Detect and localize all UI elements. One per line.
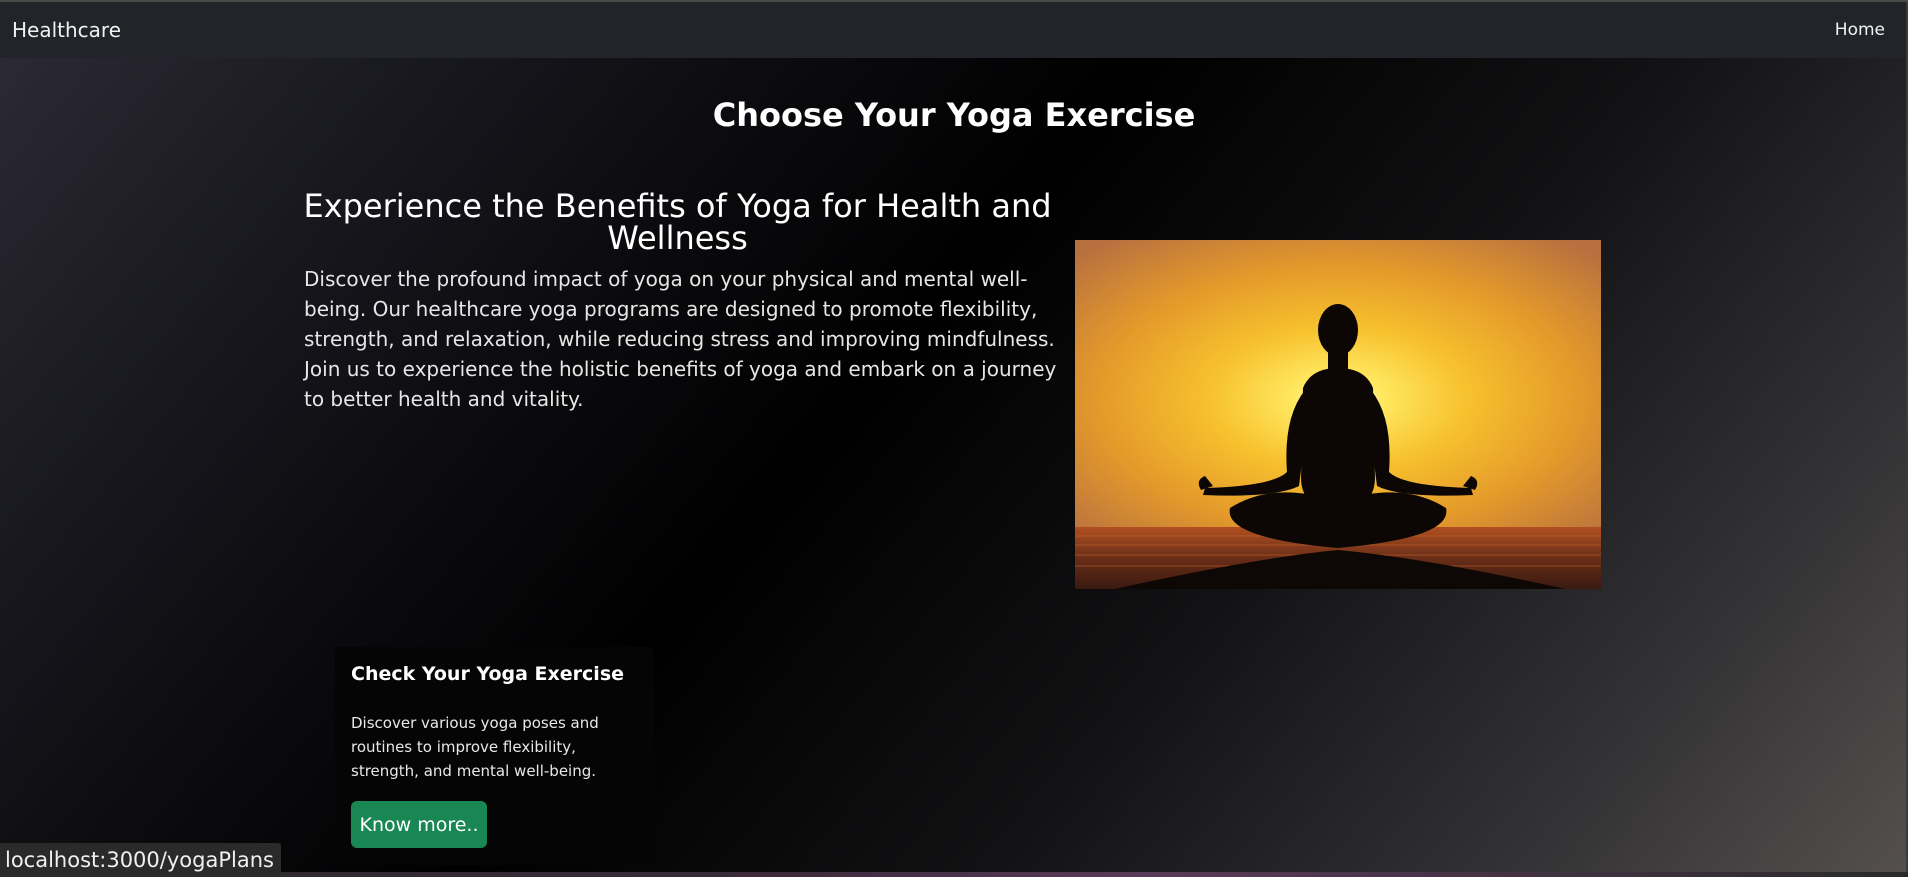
page-title: Choose Your Yoga Exercise	[712, 96, 1196, 134]
card-title: Check Your Yoga Exercise	[351, 663, 625, 685]
yoga-exercise-card: Check Your Yoga Exercise Discover variou…	[335, 647, 654, 865]
nav-link-home[interactable]: Home	[1835, 20, 1885, 40]
hero-heading: Experience the Benefits of Yoga for Heal…	[303, 187, 1052, 257]
navbar: Healthcare Home	[0, 2, 1908, 58]
status-bar-url: localhost:3000/yogaPlans	[0, 843, 281, 877]
hero-description: Discover the profound impact of yoga on …	[304, 267, 1057, 411]
yoga-meditation-image	[1075, 240, 1601, 589]
navbar-brand[interactable]: Healthcare	[12, 18, 121, 42]
page-bottom-edge	[0, 872, 1908, 877]
card-description: Discover various yoga poses and routines…	[351, 714, 599, 780]
know-more-button[interactable]: Know more..	[351, 801, 487, 848]
browser-viewport: Healthcare Home Choose Your Yoga Exercis…	[0, 0, 1908, 877]
